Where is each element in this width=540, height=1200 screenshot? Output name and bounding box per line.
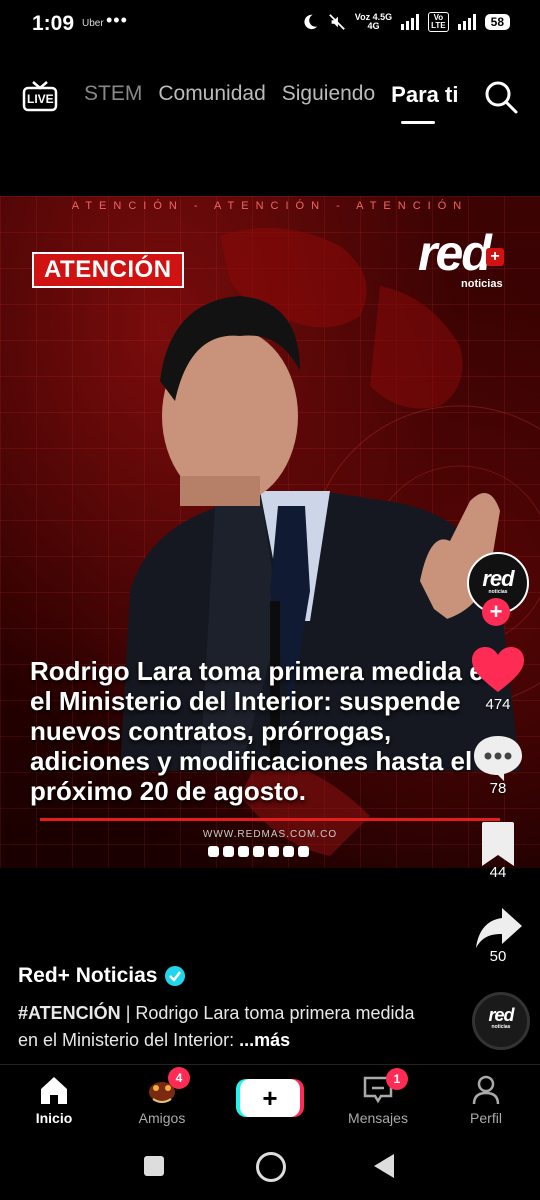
instagram-icon: [238, 846, 249, 857]
status-more-dots: •••: [106, 10, 128, 30]
nav-profile-label: Perfil: [470, 1110, 502, 1126]
save-count: 44: [489, 864, 507, 881]
social-icons-row: [208, 846, 309, 857]
caption-divider: [40, 818, 500, 821]
nav-profile[interactable]: Perfil: [441, 1070, 531, 1126]
mute-icon: [328, 14, 345, 30]
threads-icon: [223, 846, 234, 857]
nav-inbox[interactable]: Mensajes: [333, 1070, 423, 1126]
volte-bottom-label: LTE: [431, 21, 446, 30]
status-time: 1:09: [32, 12, 75, 35]
inbox-notification-badge: 1: [386, 1068, 408, 1090]
share-count: 50: [489, 948, 507, 965]
avatar-logo-sub: noticias: [488, 589, 508, 595]
follow-button[interactable]: +: [482, 598, 510, 626]
nav-friends-label: Amigos: [138, 1110, 186, 1126]
system-home-button[interactable]: [256, 1152, 286, 1182]
bookmark-icon[interactable]: [470, 820, 526, 868]
post-description[interactable]: #ATENCIÓN | Rodrigo Lara toma primera me…: [18, 1000, 438, 1054]
see-more-link[interactable]: ...más: [239, 1030, 290, 1050]
network-bottom-label: 4G: [367, 21, 380, 31]
status-icons: Voz 4.5G 4G Vo LTE 58: [301, 12, 510, 32]
atencion-badge: ATENCIÓN: [32, 252, 184, 288]
sound-disc[interactable]: red noticias: [472, 992, 530, 1050]
signal-icon: [401, 14, 420, 30]
active-tab-indicator: [401, 121, 435, 124]
profile-icon: [472, 1075, 500, 1105]
system-back-button[interactable]: [374, 1154, 394, 1178]
nav-friends[interactable]: Amigos: [117, 1070, 207, 1126]
author-row[interactable]: Red+ Noticias: [18, 964, 186, 988]
attention-marquee: ATENCIÓN - ATENCIÓN - ATENCIÓN: [71, 200, 469, 212]
live-label: LIVE: [27, 92, 54, 106]
author-name[interactable]: Red+ Noticias: [18, 964, 157, 988]
like-count: 474: [485, 696, 511, 713]
nav-home-label: Inicio: [35, 1110, 73, 1126]
post-hashtag[interactable]: #ATENCIÓN: [18, 1003, 121, 1023]
comment-icon[interactable]: [470, 734, 526, 782]
network-indicator: Voz 4.5G 4G: [355, 13, 392, 31]
like-heart-icon[interactable]: [470, 646, 526, 694]
create-button[interactable]: +: [240, 1079, 300, 1117]
share-arrow-icon[interactable]: [470, 904, 526, 952]
tab-comunidad[interactable]: Comunidad: [158, 82, 265, 108]
signal-icon-2: [457, 14, 476, 30]
whatsapp-icon: [283, 846, 294, 857]
tab-siguiendo[interactable]: Siguiendo: [282, 82, 375, 108]
battery-indicator: 58: [484, 14, 510, 30]
live-button[interactable]: LIVE: [22, 80, 58, 112]
comment-count: 78: [489, 780, 507, 797]
volte-indicator: Vo LTE: [428, 12, 449, 32]
friends-notification-badge: 4: [168, 1067, 190, 1089]
red-noticias-logo: red: [418, 225, 492, 281]
red-logo-plus: +: [486, 248, 504, 266]
nav-home[interactable]: Inicio: [9, 1070, 99, 1126]
tab-stem[interactable]: STEM: [84, 82, 142, 108]
website-text: WWW.REDMAS.COM.CO: [202, 829, 338, 840]
recent-apps-button[interactable]: [144, 1156, 164, 1176]
feed-tabs: STEM Comunidad Siguiendo Para ti: [84, 82, 458, 108]
search-icon[interactable]: [484, 80, 518, 114]
sound-disc-logo: red: [488, 1005, 514, 1025]
sound-disc-logo-sub: noticias: [491, 1024, 511, 1030]
home-icon: [41, 1077, 67, 1104]
red-logo-subtitle: noticias: [461, 278, 503, 290]
verified-badge-icon: [165, 966, 186, 986]
nav-inbox-label: Mensajes: [348, 1110, 408, 1126]
x-icon: [253, 846, 264, 857]
video-frame[interactable]: ATENCIÓN - ATENCIÓN - ATENCIÓN ATENCIÓN …: [0, 196, 540, 868]
moon-icon: [304, 14, 317, 30]
tiktok-icon: [268, 846, 279, 857]
tab-para-ti[interactable]: Para ti: [391, 82, 458, 108]
youtube-icon: [298, 846, 309, 857]
status-app-notification: Uber: [82, 18, 104, 29]
video-caption: Rodrigo Lara toma primera medida en el M…: [30, 656, 500, 806]
facebook-icon: [208, 846, 219, 857]
